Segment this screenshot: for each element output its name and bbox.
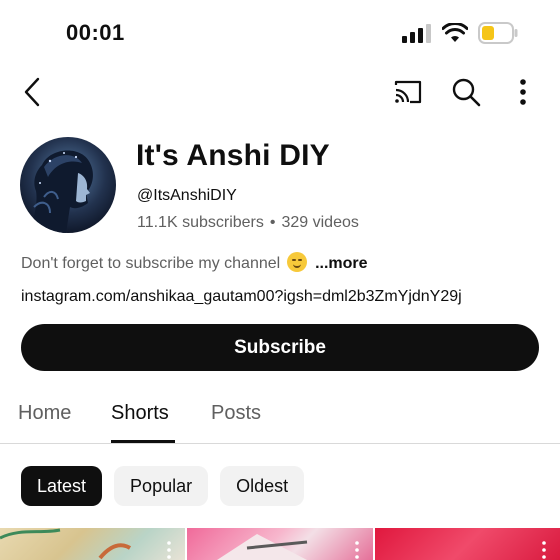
more-vertical-icon xyxy=(520,79,526,105)
tab-shorts[interactable]: Shorts xyxy=(111,402,169,425)
short-thumbnail[interactable] xyxy=(0,528,186,560)
active-tab-indicator xyxy=(111,440,175,443)
subscriber-count: 11.1K subscribers xyxy=(137,214,264,231)
channel-stats: 11.1K subscribers • 329 videos xyxy=(137,214,359,232)
more-button[interactable] xyxy=(510,76,536,108)
status-icons xyxy=(402,22,518,44)
channel-description[interactable]: Don't forget to subscribe my channel ...… xyxy=(21,252,368,273)
channel-tabs: Home Shorts Posts xyxy=(0,390,560,444)
short-thumbnail[interactable] xyxy=(187,528,373,560)
back-button[interactable] xyxy=(18,74,46,110)
chip-latest[interactable]: Latest xyxy=(21,466,103,506)
chevron-left-icon xyxy=(24,77,40,107)
battery-icon xyxy=(478,22,518,44)
sort-chips: Latest Popular Oldest xyxy=(21,466,305,506)
more-vertical-icon[interactable] xyxy=(542,540,546,560)
smiling-face-icon xyxy=(286,252,307,272)
tab-home[interactable]: Home xyxy=(18,402,71,425)
channel-link[interactable]: instagram.com/anshikaa_gautam00?igsh=dml… xyxy=(21,288,462,306)
search-icon xyxy=(452,78,481,107)
description-more-link[interactable]: ...more xyxy=(315,255,367,272)
status-time: 00:01 xyxy=(66,20,125,45)
short-thumbnail[interactable] xyxy=(374,528,560,560)
shorts-grid xyxy=(0,528,560,560)
thumbnail-art xyxy=(0,528,132,560)
channel-avatar[interactable] xyxy=(20,137,116,233)
more-vertical-icon[interactable] xyxy=(354,540,359,560)
channel-name: It's Anshi DIY xyxy=(136,139,330,172)
cast-button[interactable] xyxy=(392,78,424,106)
chip-oldest[interactable]: Oldest xyxy=(220,466,305,506)
stats-separator: • xyxy=(269,214,276,231)
cast-icon xyxy=(394,80,422,104)
description-text: Don't forget to subscribe my channel xyxy=(21,255,281,272)
video-count: 329 videos xyxy=(281,214,359,231)
chip-popular[interactable]: Popular xyxy=(114,466,209,506)
search-button[interactable] xyxy=(450,76,482,108)
top-app-bar xyxy=(0,70,560,114)
channel-handle: @ItsAnshiDIY xyxy=(137,187,237,204)
signal-icon xyxy=(402,24,431,43)
subscribe-button[interactable]: Subscribe xyxy=(21,324,539,371)
wifi-icon xyxy=(442,23,468,42)
tab-posts[interactable]: Posts xyxy=(211,402,261,425)
status-bar: 00:01 xyxy=(0,0,560,66)
thumbnail-art xyxy=(217,534,308,560)
more-vertical-icon[interactable] xyxy=(167,540,172,560)
avatar-image xyxy=(20,137,116,233)
